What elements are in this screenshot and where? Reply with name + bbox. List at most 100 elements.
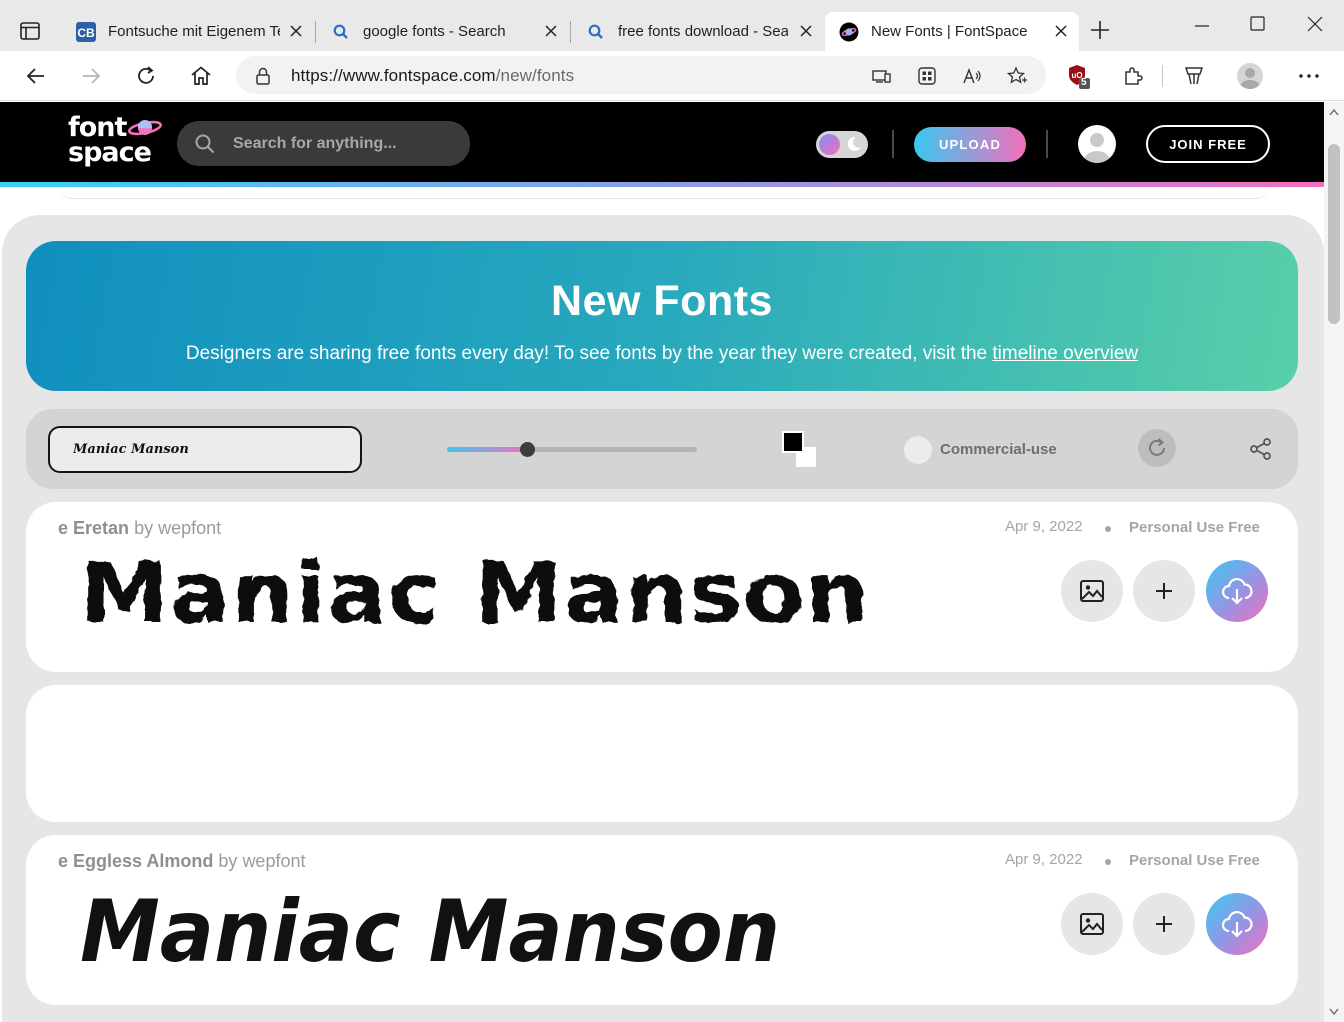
cb-favicon-icon: CB xyxy=(76,21,96,42)
font-meta: e Eggless Almond by wepfont xyxy=(58,851,305,872)
commercial-use-toggle[interactable] xyxy=(904,436,932,464)
refresh-icon[interactable] xyxy=(134,64,158,88)
tab-free-fonts[interactable]: free fonts download - Sea xyxy=(572,12,824,51)
font-name-link[interactable]: Eggless Almond xyxy=(73,851,213,871)
user-avatar[interactable] xyxy=(1078,125,1116,163)
search-favicon-icon xyxy=(331,22,351,42)
profile-avatar-icon[interactable] xyxy=(1237,63,1263,89)
scrollbar-thumb[interactable] xyxy=(1328,144,1340,324)
hero-banner: New Fonts Designers are sharing free fon… xyxy=(26,241,1298,391)
hero-subtitle: Designers are sharing free fonts every d… xyxy=(26,343,1298,365)
forward-icon[interactable] xyxy=(79,64,103,88)
dark-mode-toggle[interactable] xyxy=(816,131,868,158)
author-link[interactable]: wepfont xyxy=(242,851,305,871)
add-to-collection-button[interactable] xyxy=(1133,893,1195,955)
by-text: by xyxy=(134,518,154,538)
meta-separator-dot xyxy=(1105,526,1111,532)
close-tab-icon[interactable] xyxy=(288,23,304,39)
scroll-down-icon[interactable] xyxy=(1329,1008,1339,1016)
font-date: Apr 9, 2022 xyxy=(1005,518,1083,535)
hero-subtitle-text: Designers are sharing free fonts every d… xyxy=(185,343,988,364)
site-search[interactable] xyxy=(177,121,470,166)
ublock-extension-icon[interactable]: uO 5 xyxy=(1066,63,1092,89)
add-favorite-icon[interactable] xyxy=(1006,65,1028,87)
foreground-color-swatch[interactable] xyxy=(782,431,804,453)
collections-icon[interactable] xyxy=(1181,63,1207,89)
toolbar-divider xyxy=(1162,65,1163,87)
close-window-icon[interactable] xyxy=(1305,14,1325,34)
moon-icon xyxy=(847,136,861,151)
view-image-button[interactable] xyxy=(1061,893,1123,955)
header-divider xyxy=(892,130,894,158)
download-button[interactable] xyxy=(1206,893,1268,955)
tab-bar: CB Fontsuche mit Eigenem Te google fonts… xyxy=(0,0,1344,51)
toggle-knob xyxy=(819,134,840,155)
add-to-collection-button[interactable] xyxy=(1133,560,1195,622)
scroll-up-icon[interactable] xyxy=(1329,108,1339,116)
tab-fontspace[interactable]: New Fonts | FontSpace xyxy=(825,12,1079,51)
reset-button[interactable] xyxy=(1138,429,1176,467)
font-license: Personal Use Free xyxy=(1129,852,1260,869)
font-size-slider[interactable] xyxy=(447,442,697,457)
slider-handle[interactable] xyxy=(520,442,535,457)
close-tab-icon[interactable] xyxy=(543,23,559,39)
address-bar: https://www.fontspace.com/new/fonts uO 5 xyxy=(0,51,1344,101)
empty-card xyxy=(26,685,1298,822)
image-icon xyxy=(1080,913,1104,935)
font-card: e Eggless Almond by wepfont Apr 9, 2022 … xyxy=(26,835,1298,1005)
timeline-overview-link[interactable]: timeline overview xyxy=(992,343,1138,364)
preview-toolbar: Commercial-use xyxy=(26,409,1298,489)
new-tab-icon[interactable] xyxy=(1089,19,1111,41)
upload-button[interactable]: UPLOAD xyxy=(914,127,1026,162)
font-meta: e Eretan by wepfont xyxy=(58,518,221,539)
share-icon[interactable] xyxy=(1248,436,1274,462)
read-aloud-icon[interactable] xyxy=(961,65,983,87)
tab-title: google fonts - Search xyxy=(363,23,506,40)
color-picker[interactable] xyxy=(782,431,820,469)
search-icon xyxy=(195,134,215,154)
extensions-puzzle-icon[interactable] xyxy=(1120,63,1146,89)
view-image-button[interactable] xyxy=(1061,560,1123,622)
home-icon[interactable] xyxy=(189,64,213,88)
slider-fill xyxy=(447,447,527,452)
tab-title: Fontsuche mit Eigenem Te xyxy=(108,23,280,40)
search-input[interactable] xyxy=(233,132,453,156)
preview-text: Maniac Manson xyxy=(80,544,870,642)
join-free-button[interactable]: JOIN FREE xyxy=(1146,125,1270,163)
author-link[interactable]: wepfont xyxy=(158,518,221,538)
tab-title: free fonts download - Sea xyxy=(618,23,788,40)
font-license: Personal Use Free xyxy=(1129,519,1260,536)
lock-icon[interactable] xyxy=(252,65,274,87)
page-title: New Fonts xyxy=(551,277,773,325)
font-name-link[interactable]: Eretan xyxy=(73,518,129,538)
refresh-icon xyxy=(1149,438,1165,456)
page-scrollbar[interactable] xyxy=(1324,102,1344,1022)
maximize-icon[interactable] xyxy=(1248,14,1268,34)
font-preview[interactable]: Maniac Manson xyxy=(74,542,914,642)
tab-fontsuche[interactable]: CB Fontsuche mit Eigenem Te xyxy=(62,12,314,51)
font-preview[interactable]: Maniac Manson xyxy=(74,875,914,975)
image-icon xyxy=(1080,580,1104,602)
close-tab-icon[interactable] xyxy=(1053,23,1069,39)
tab-actions-icon[interactable] xyxy=(18,19,42,43)
qr-grid-icon[interactable] xyxy=(916,65,938,87)
previous-card-edge xyxy=(60,187,1268,199)
more-menu-icon[interactable] xyxy=(1296,63,1322,89)
url-domain: https://www.fontspace.com xyxy=(291,66,496,85)
font-date: Apr 9, 2022 xyxy=(1005,851,1083,868)
header-divider xyxy=(1046,130,1048,158)
app-available-icon[interactable] xyxy=(870,65,892,87)
font-prefix: e xyxy=(58,518,69,538)
tab-divider xyxy=(570,21,571,43)
download-button[interactable] xyxy=(1206,560,1268,622)
planet-logo-icon xyxy=(128,120,162,136)
close-tab-icon[interactable] xyxy=(798,23,814,39)
preview-text: Maniac Manson xyxy=(80,882,780,975)
tab-google-fonts[interactable]: google fonts - Search xyxy=(317,12,569,51)
url-field[interactable]: https://www.fontspace.com/new/fonts xyxy=(236,56,1046,94)
back-icon[interactable] xyxy=(24,64,48,88)
font-card: e Eretan by wepfont Apr 9, 2022 Personal… xyxy=(26,502,1298,672)
preview-text-input[interactable] xyxy=(48,426,362,473)
minimize-icon[interactable] xyxy=(1192,14,1212,34)
cloud-download-icon xyxy=(1221,578,1253,605)
